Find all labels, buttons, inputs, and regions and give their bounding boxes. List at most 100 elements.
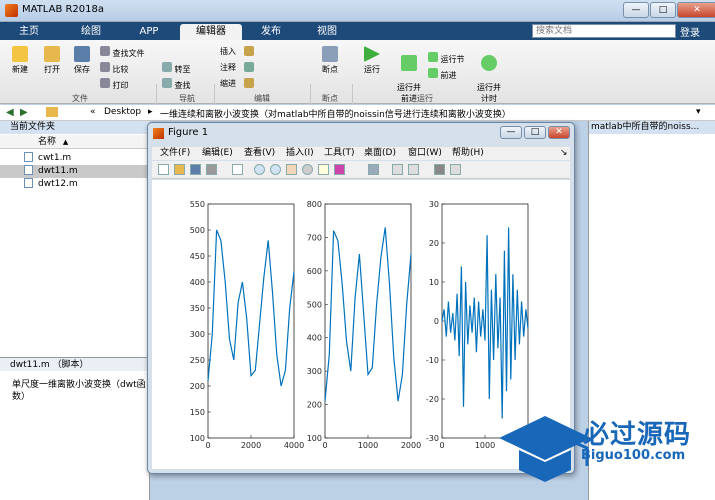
menu-view[interactable]: 查看(V) <box>244 147 275 160</box>
run-time-button[interactable]: 运行并 计时 <box>474 46 504 104</box>
y-tick-label: 300 <box>190 330 205 339</box>
new-button[interactable]: 新建 <box>6 46 34 75</box>
print-figure-icon[interactable] <box>206 164 217 175</box>
y-tick-label: 200 <box>307 401 322 410</box>
advance-label: 前进 <box>440 71 457 80</box>
tab-publish[interactable]: 发布 <box>250 24 292 40</box>
menu-insert[interactable]: 插入(I) <box>286 147 314 160</box>
tab-home[interactable]: 主页 <box>8 24 50 40</box>
open-file-icon[interactable] <box>174 164 185 175</box>
back-arrow-icon[interactable]: ◀ <box>6 107 16 118</box>
menu-desktop[interactable]: 桌面(D) <box>364 147 396 160</box>
tab-apps[interactable]: APP <box>128 24 170 40</box>
run-time-icon <box>481 55 497 71</box>
goto-button[interactable]: 转至 <box>162 62 191 75</box>
figure-close-button[interactable]: ✕ <box>548 126 570 139</box>
y-tick-label: 100 <box>307 434 322 443</box>
save-icon <box>74 46 90 62</box>
x-tick-label: 0 <box>322 441 327 450</box>
name-column-header[interactable]: 名称 ▲ <box>0 135 150 149</box>
y-tick-label: 300 <box>307 367 322 376</box>
figure-minimize-button[interactable]: — <box>500 126 522 139</box>
menu-tools[interactable]: 工具(T) <box>324 147 355 160</box>
x-tick-label: 0 <box>205 441 210 450</box>
dock-icon[interactable]: ↘ <box>560 147 568 160</box>
find-files-icon <box>100 46 110 56</box>
folder-up-icon[interactable] <box>46 107 58 117</box>
menu-file[interactable]: 文件(F) <box>160 147 190 160</box>
path-arrow-icon: ▸ <box>148 107 153 117</box>
y-tick-label: 400 <box>307 334 322 343</box>
path-desktop[interactable]: Desktop <box>104 107 141 117</box>
y-tick-label: 500 <box>307 300 322 309</box>
new-figure-icon[interactable] <box>158 164 169 175</box>
search-input[interactable]: 搜索文档 <box>532 24 676 38</box>
run-group-label: 运行 <box>417 94 433 103</box>
x-tick-label: 2000 <box>401 441 421 450</box>
show-tools-icon[interactable] <box>450 164 461 175</box>
path-separator: « <box>90 107 96 117</box>
chevron-down-icon[interactable]: ▾ <box>696 107 701 117</box>
figure-icon <box>153 128 164 139</box>
menu-edit[interactable]: 编辑(E) <box>202 147 233 160</box>
open-label: 打开 <box>44 65 60 74</box>
minimize-button[interactable]: — <box>623 2 649 18</box>
watermark-logo: 必过源码 Biguo100.com <box>495 408 713 496</box>
tab-plots[interactable]: 绘图 <box>70 24 112 40</box>
run-label: 运行 <box>364 65 380 74</box>
pan-icon[interactable] <box>286 164 297 175</box>
hide-tools-icon[interactable] <box>434 164 445 175</box>
logo-subtext: Biguo100.com <box>581 448 686 463</box>
legend-icon[interactable] <box>408 164 419 175</box>
plot-axes-2 <box>324 203 412 439</box>
find-files-button[interactable]: 查找文件 <box>100 46 145 59</box>
m-file-icon <box>24 178 33 188</box>
signin-link[interactable]: 登录 <box>680 24 700 39</box>
file-item[interactable]: dwt11.m <box>0 165 150 178</box>
pointer-icon[interactable] <box>232 164 243 175</box>
y-tick-label: 0 <box>434 317 439 326</box>
menu-window[interactable]: 窗口(W) <box>408 147 442 160</box>
address-bar[interactable]: ◀ ▶ « Desktop ▸ 一维连续和离散小波变换（对matlab中所自带的… <box>0 105 715 121</box>
run-section-button[interactable]: 运行节 <box>428 52 465 65</box>
data-cursor-icon[interactable] <box>318 164 329 175</box>
details-text: 单尺度一维离散小波变换（dwt函数） <box>12 380 146 402</box>
brush-icon[interactable] <box>334 164 345 175</box>
print-button[interactable]: 打印 <box>100 78 129 91</box>
run-section-icon <box>428 52 438 62</box>
find-button[interactable]: 查找 <box>162 78 191 91</box>
run-section-label: 运行节 <box>440 55 465 64</box>
save-figure-icon[interactable] <box>190 164 201 175</box>
y-tick-label: 200 <box>190 382 205 391</box>
rotate-icon[interactable] <box>302 164 313 175</box>
zoom-in-icon[interactable] <box>254 164 265 175</box>
file-name: dwt11.m <box>38 166 78 176</box>
tab-view[interactable]: 视图 <box>306 24 348 40</box>
close-button[interactable]: ✕ <box>677 2 715 18</box>
maximize-button[interactable]: □ <box>650 2 676 18</box>
file-item[interactable]: dwt12.m <box>0 178 150 191</box>
compare-button[interactable]: 比较 <box>100 62 129 75</box>
save-button[interactable]: 保存 <box>68 46 96 75</box>
comment-button[interactable]: 注释 <box>220 62 236 73</box>
run-button[interactable]: 运行 <box>358 46 386 75</box>
figure-maximize-button[interactable]: □ <box>524 126 546 139</box>
file-item[interactable]: cwt1.m <box>0 152 150 165</box>
link-icon[interactable] <box>368 164 379 175</box>
open-button[interactable]: 打开 <box>38 46 66 75</box>
tab-editor[interactable]: 编辑器 <box>180 24 242 40</box>
x-tick-label: 1000 <box>475 441 495 450</box>
y-tick-label: 450 <box>190 252 205 261</box>
advance-button[interactable]: 前进 <box>428 68 457 81</box>
menu-help[interactable]: 帮助(H) <box>452 147 484 160</box>
forward-arrow-icon[interactable]: ▶ <box>20 107 30 118</box>
file-name: cwt1.m <box>38 153 72 163</box>
insert-button[interactable]: 插入 <box>220 46 236 57</box>
colorbar-icon[interactable] <box>392 164 403 175</box>
path-folder[interactable]: 一维连续和离散小波变换（对matlab中所自带的noissin信号进行连续和离散… <box>160 107 511 120</box>
breakpoints-button[interactable]: 断点 <box>316 46 344 75</box>
zoom-out-icon[interactable] <box>270 164 281 175</box>
indent-button[interactable]: 缩进 <box>220 78 236 89</box>
find-files-label: 查找文件 <box>112 49 145 58</box>
find-label: 查找 <box>174 81 191 90</box>
